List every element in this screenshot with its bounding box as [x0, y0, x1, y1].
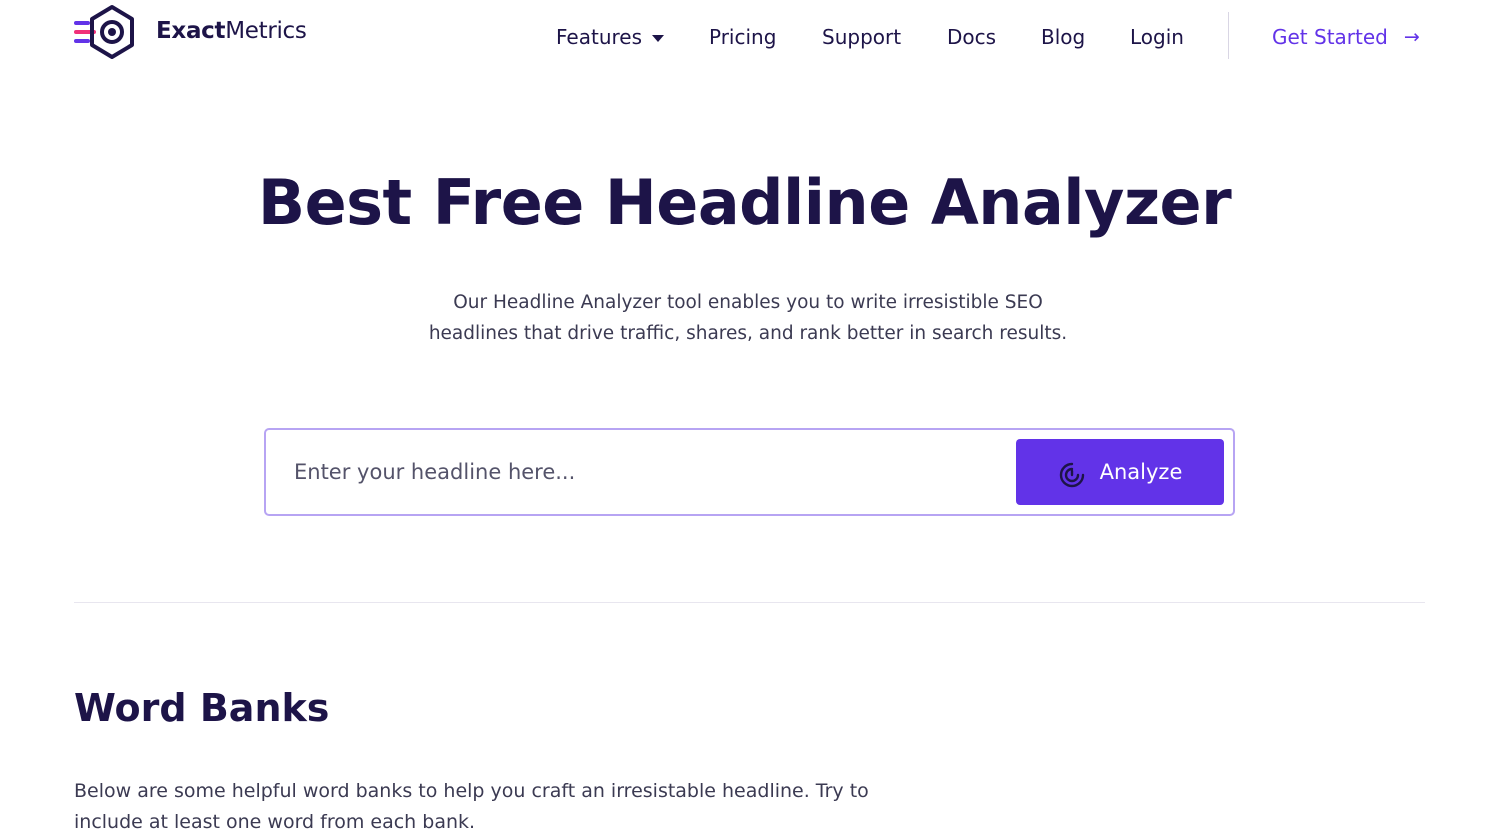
word-banks-description: Below are some helpful word banks to hel…	[74, 780, 869, 833]
caret-down-icon	[652, 34, 664, 42]
arrow-right-icon: →	[1403, 26, 1420, 48]
headline-input[interactable]	[280, 440, 1000, 504]
section-divider	[74, 602, 1425, 603]
page-title: Best Free Headline Analyzer	[257, 166, 1232, 239]
get-started-label: Get Started	[1272, 25, 1388, 49]
hero-subtitle: Our Headline Analyzer tool enables you t…	[428, 292, 1068, 344]
nav-item-features[interactable]: Features	[556, 20, 664, 54]
nav-item-docs[interactable]: Docs	[947, 20, 996, 54]
analyze-button[interactable]: Analyze	[1016, 439, 1224, 505]
get-started-link[interactable]: Get Started →	[1272, 20, 1420, 54]
nav-item-label: Features	[556, 25, 642, 49]
nav-item-pricing[interactable]: Pricing	[709, 20, 776, 54]
main-nav: Features Pricing Support Docs Blog Login	[0, 20, 1489, 54]
nav-item-support[interactable]: Support	[822, 20, 901, 54]
nav-item-login[interactable]: Login	[1130, 20, 1184, 54]
page: ExactMetrics Features Pricing Support Do…	[0, 0, 1489, 835]
word-banks-heading: Word Banks	[74, 686, 330, 730]
analyze-button-label: Analyze	[1099, 460, 1183, 484]
headline-search-form: Analyze	[264, 428, 1235, 516]
nav-item-blog[interactable]: Blog	[1041, 20, 1085, 54]
analyze-target-icon	[1059, 462, 1084, 488]
nav-divider	[1228, 12, 1229, 59]
